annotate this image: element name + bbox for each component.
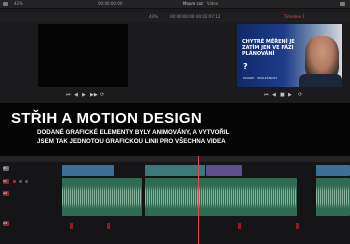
timecode-in: 00:00:00:00 [170, 14, 195, 19]
viewer-mode[interactable]: Video [207, 1, 218, 6]
clip-icon[interactable] [3, 2, 8, 6]
audio-clip[interactable] [145, 178, 297, 216]
track-label-a1[interactable]: A1 [3, 179, 9, 184]
person-shirt [299, 74, 342, 87]
playhead[interactable] [198, 156, 199, 244]
track-header-a3: A3 [0, 218, 60, 230]
timeline-selector[interactable]: Timeline 1 [284, 14, 305, 19]
overlay-line-1: DODANÉ GRAFICKÉ ELEMENTY BYLY ANIMOVÁNY,… [37, 129, 230, 136]
track-label-a3[interactable]: A3 [3, 221, 9, 226]
zoom-right-label: 43% [149, 14, 158, 19]
zoom-left-label: 42% [14, 1, 23, 6]
mute-icon[interactable] [25, 180, 28, 183]
step-forward-icon[interactable]: ▶▶ [90, 92, 98, 98]
track-label-a2[interactable]: A2 [3, 191, 9, 196]
video-clip[interactable] [206, 165, 242, 176]
waveform [62, 178, 142, 216]
timecode-out: 00:02:07:12 [196, 14, 221, 19]
skip-back-icon[interactable]: ⏮ [66, 92, 71, 98]
record-icon[interactable] [13, 180, 16, 183]
waveform [316, 178, 350, 216]
source-viewer[interactable] [38, 24, 128, 87]
solo-icon[interactable] [19, 180, 22, 183]
project-title: Moore cut [183, 1, 203, 6]
audio-clip[interactable] [316, 178, 350, 216]
caption-overlay: STŘIH A MOTION DESIGN DODANÉ GRAFICKÉ EL… [0, 103, 350, 156]
program-loop-icon[interactable]: ⟳ [298, 92, 302, 98]
marker[interactable] [70, 223, 73, 229]
track-header-a1: A1 [0, 176, 60, 188]
video-clip[interactable] [145, 165, 205, 176]
program-step-back-icon[interactable]: ◀ [272, 92, 276, 98]
video-clip[interactable] [316, 165, 350, 176]
play-icon[interactable]: ▶ [82, 92, 86, 98]
waveform [145, 178, 297, 216]
timecode-left: 00:00:00:00 [98, 1, 123, 6]
program-viewer[interactable]: CHYTRÉ MĚŘENÍ JE ZATÍM JEN VE FÁZI PLÁNO… [237, 24, 342, 87]
settings-icon[interactable] [340, 2, 345, 6]
transport-bar: ⏮ ◀ ▶ ▶▶ ⟳ ⏮ ◀ ■ ▶ ⟳ [0, 91, 350, 101]
video-track [0, 165, 350, 176]
marker[interactable] [296, 223, 299, 229]
marker[interactable] [107, 223, 110, 229]
thumbnail-question-mark: ? [243, 62, 248, 71]
top-bar: 42% 00:00:00:00 Moore cut Video [0, 0, 350, 9]
thumbnail-headline: CHYTRÉ MĚŘENÍ JE ZATÍM JEN VE FÁZI PLÁNO… [242, 39, 295, 57]
loop-icon[interactable]: ⟳ [100, 92, 104, 98]
marker[interactable] [238, 223, 241, 229]
step-back-icon[interactable]: ◀ [74, 92, 78, 98]
overlay-line-2: JSEM TAK JEDNOTOU GRAFICKOU LINII PRO VŠ… [37, 138, 226, 145]
viewer-header: 43% 00:00:00:00 00:02:07:12 Timeline 1 [0, 12, 350, 22]
program-skip-back-icon[interactable]: ⏮ [264, 92, 269, 98]
overlay-title: STŘIH A MOTION DESIGN [11, 110, 203, 127]
audio-clip[interactable] [62, 178, 142, 216]
video-clip[interactable] [62, 165, 114, 176]
program-stop-icon[interactable]: ■ [280, 92, 285, 98]
thumbnail-footer: MOORE · SPOLEČNOST [243, 76, 278, 80]
program-play-icon[interactable]: ▶ [288, 92, 292, 98]
track-header-a2: A2 [0, 188, 60, 200]
